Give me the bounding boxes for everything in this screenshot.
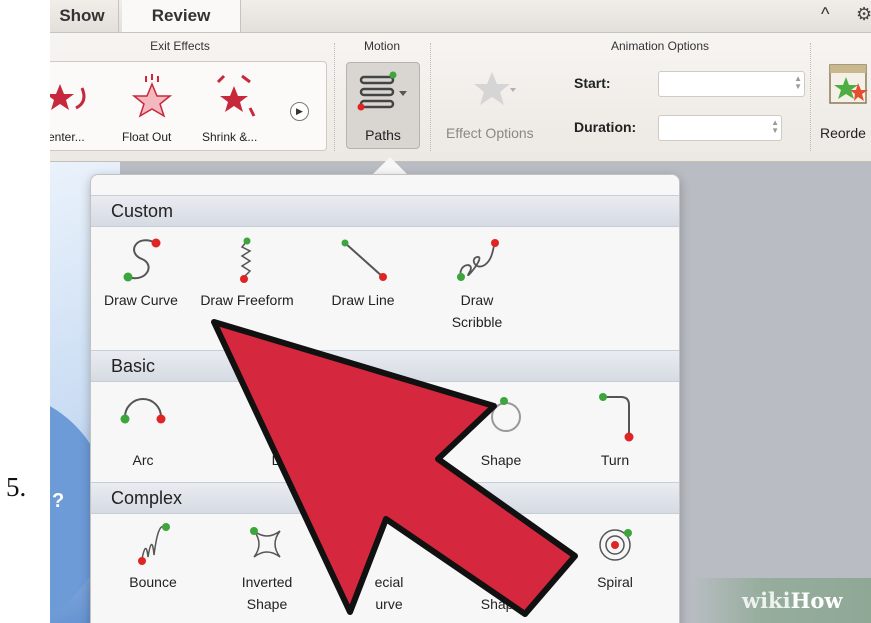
wikihow-watermark: wikiHow <box>742 588 843 613</box>
wikihow-how-text: How <box>790 588 843 613</box>
wikihow-wiki-text: wiki <box>742 588 791 613</box>
step-number: 5. <box>6 472 27 502</box>
powerpoint-screenshot: Show Review ^ ⚙ Exit Effects Motion Anim… <box>50 0 871 623</box>
red-pointer-arrow <box>211 319 578 617</box>
